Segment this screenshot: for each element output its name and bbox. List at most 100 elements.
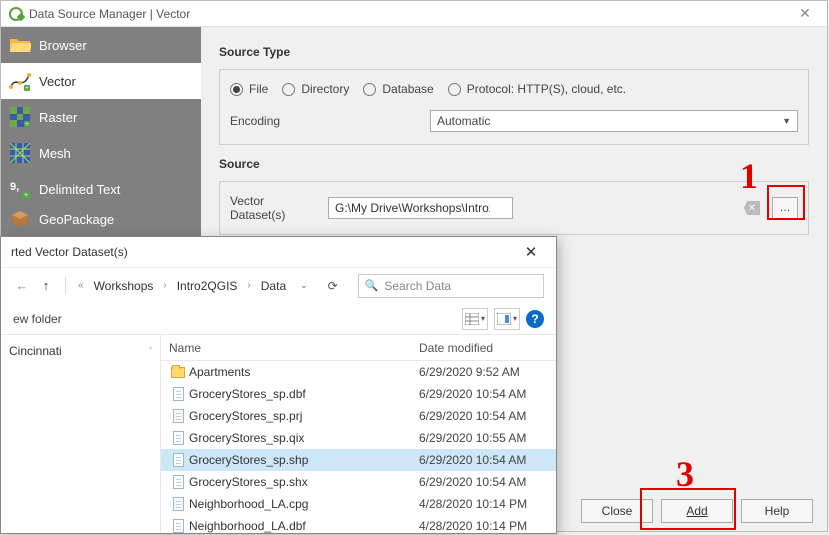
chevron-down-icon: ▾ bbox=[481, 314, 485, 323]
file-name: Apartments bbox=[187, 365, 419, 379]
chevron-down-icon[interactable]: ⌄ bbox=[300, 280, 308, 291]
sidebar-item-raster[interactable]: + Raster bbox=[1, 99, 201, 135]
file-row[interactable]: Neighborhood_LA.dbf4/28/2020 10:14 PM bbox=[161, 515, 556, 533]
source-type-title: Source Type bbox=[219, 45, 809, 59]
sidebar-item-label: Delimited Text bbox=[39, 182, 120, 197]
radio-label: Directory bbox=[301, 82, 349, 96]
svg-text:9,: 9, bbox=[10, 181, 19, 193]
svg-text:+: + bbox=[25, 86, 29, 91]
breadcrumb-item[interactable]: Data bbox=[259, 279, 288, 293]
file-icon bbox=[169, 409, 187, 423]
separator bbox=[65, 277, 66, 295]
sidebar-item-label: Raster bbox=[39, 110, 77, 125]
file-date: 6/29/2020 10:54 AM bbox=[419, 475, 556, 489]
sidebar-item-geopackage[interactable]: GeoPackage bbox=[1, 207, 201, 231]
svg-text:+: + bbox=[24, 192, 28, 199]
qgis-logo-icon bbox=[9, 7, 23, 21]
search-icon: 🔍 bbox=[365, 279, 379, 292]
file-row[interactable]: GroceryStores_sp.shx6/29/2020 10:54 AM bbox=[161, 471, 556, 493]
delimited-text-icon: 9, + bbox=[9, 178, 31, 200]
folder-icon bbox=[169, 367, 187, 378]
file-name: GroceryStores_sp.dbf bbox=[187, 387, 419, 401]
file-name: GroceryStores_sp.prj bbox=[187, 409, 419, 423]
file-icon bbox=[169, 431, 187, 445]
breadcrumb-item[interactable]: Workshops bbox=[92, 279, 156, 293]
geopackage-icon bbox=[9, 208, 31, 230]
radio-icon bbox=[230, 83, 243, 96]
view-preview-button[interactable]: ▾ bbox=[494, 308, 520, 330]
sidebar-item-vector[interactable]: + Vector bbox=[1, 63, 201, 99]
chevron-down-icon: ▾ bbox=[513, 314, 517, 323]
dialog-buttons: Close Add Help bbox=[581, 499, 813, 523]
file-icon bbox=[169, 497, 187, 511]
tree-item[interactable]: Cincinnati ˆ bbox=[9, 341, 152, 361]
file-row[interactable]: Apartments6/29/2020 9:52 AM bbox=[161, 361, 556, 383]
radio-protocol[interactable]: Protocol: HTTP(S), cloud, etc. bbox=[448, 82, 626, 96]
col-date[interactable]: Date modified bbox=[419, 341, 556, 355]
clear-input-button[interactable]: ✕ bbox=[744, 201, 760, 215]
search-placeholder: Search Data bbox=[384, 279, 451, 293]
radio-file[interactable]: File bbox=[230, 82, 268, 96]
radio-icon bbox=[282, 83, 295, 96]
file-name: Neighborhood_LA.dbf bbox=[187, 519, 419, 533]
browse-button[interactable]: … bbox=[772, 197, 798, 219]
col-name[interactable]: Name bbox=[169, 341, 419, 355]
dataset-path-input[interactable] bbox=[328, 197, 513, 219]
file-row[interactable]: GroceryStores_sp.dbf6/29/2020 10:54 AM bbox=[161, 383, 556, 405]
radio-directory[interactable]: Directory bbox=[282, 82, 349, 96]
help-button[interactable]: Help bbox=[741, 499, 813, 523]
chevron-right-icon: › bbox=[245, 280, 252, 291]
sidebar-item-browser[interactable]: Browser bbox=[1, 27, 201, 63]
file-row[interactable]: GroceryStores_sp.shp6/29/2020 10:54 AM bbox=[161, 449, 556, 471]
chevron-down-icon: ▼ bbox=[782, 116, 791, 126]
breadcrumb-sep-icon: « bbox=[76, 280, 86, 291]
search-input[interactable]: 🔍 Search Data bbox=[358, 274, 544, 298]
file-name: Neighborhood_LA.cpg bbox=[187, 497, 419, 511]
file-row[interactable]: GroceryStores_sp.qix6/29/2020 10:55 AM bbox=[161, 427, 556, 449]
encoding-combobox[interactable]: Automatic ▼ bbox=[430, 110, 798, 132]
sidebar-item-label: GeoPackage bbox=[39, 212, 114, 227]
file-date: 6/29/2020 10:54 AM bbox=[419, 453, 556, 467]
titlebar: Data Source Manager | Vector ✕ bbox=[1, 1, 827, 27]
file-dialog-toolbar: ew folder ▾ ▾ ? bbox=[1, 303, 556, 335]
sidebar-item-mesh[interactable]: Mesh bbox=[1, 135, 201, 171]
file-name: GroceryStores_sp.shx bbox=[187, 475, 419, 489]
window-close-button[interactable]: ✕ bbox=[791, 5, 819, 22]
file-row[interactable]: GroceryStores_sp.prj6/29/2020 10:54 AM bbox=[161, 405, 556, 427]
sidebar-item-delimited-text[interactable]: 9, + Delimited Text bbox=[1, 171, 201, 207]
source-group: Vector Dataset(s) ✕ … bbox=[219, 181, 809, 235]
view-list-button[interactable]: ▾ bbox=[462, 308, 488, 330]
folder-open-icon bbox=[9, 34, 31, 56]
file-name: GroceryStores_sp.shp bbox=[187, 453, 419, 467]
file-dialog-nav: ← ↑ « Workshops › Intro2QGIS › Data ⌄ ⟳ … bbox=[1, 267, 556, 303]
breadcrumb-item[interactable]: Intro2QGIS bbox=[175, 279, 240, 293]
file-date: 6/29/2020 10:55 AM bbox=[419, 431, 556, 445]
file-dialog-close-button[interactable]: ✕ bbox=[516, 243, 546, 261]
add-button[interactable]: Add bbox=[661, 499, 733, 523]
nav-up-button[interactable]: ↑ bbox=[37, 278, 55, 293]
file-date: 6/29/2020 9:52 AM bbox=[419, 365, 556, 379]
file-icon bbox=[169, 475, 187, 489]
column-headers: Name Date modified bbox=[161, 335, 556, 361]
source-type-group: File Directory Database Protocol: HTTP(S… bbox=[219, 69, 809, 145]
file-row[interactable]: Neighborhood_LA.cpg4/28/2020 10:14 PM bbox=[161, 493, 556, 515]
source-title: Source bbox=[219, 157, 809, 171]
nav-back-button[interactable]: ← bbox=[13, 278, 31, 293]
file-dialog-window: rted Vector Dataset(s) ✕ ← ↑ « Workshops… bbox=[0, 236, 557, 534]
file-list: Name Date modified Apartments6/29/2020 9… bbox=[161, 335, 556, 533]
file-date: 6/29/2020 10:54 AM bbox=[419, 387, 556, 401]
close-button[interactable]: Close bbox=[581, 499, 653, 523]
sidebar-item-label: Mesh bbox=[39, 146, 71, 161]
file-date: 4/28/2020 10:14 PM bbox=[419, 519, 556, 533]
new-folder-button[interactable]: ew folder bbox=[13, 312, 62, 326]
file-date: 4/28/2020 10:14 PM bbox=[419, 497, 556, 511]
raster-icon: + bbox=[9, 106, 31, 128]
radio-database[interactable]: Database bbox=[363, 82, 433, 96]
file-name: GroceryStores_sp.qix bbox=[187, 431, 419, 445]
radio-label: File bbox=[249, 82, 268, 96]
dataset-label: Vector Dataset(s) bbox=[230, 194, 320, 222]
help-button[interactable]: ? bbox=[526, 310, 544, 328]
refresh-button[interactable]: ⟳ bbox=[322, 279, 344, 293]
mesh-icon bbox=[9, 142, 31, 164]
radio-icon bbox=[363, 83, 376, 96]
